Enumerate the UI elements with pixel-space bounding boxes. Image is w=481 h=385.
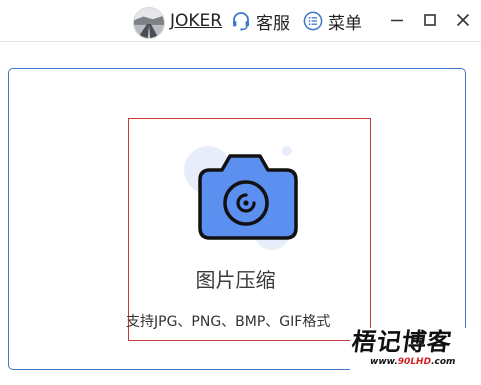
user-avatar[interactable]	[133, 7, 165, 39]
supported-formats-text: 支持JPG、PNG、BMP、GIF格式	[126, 314, 331, 330]
headset-icon	[233, 12, 249, 31]
watermark-name: 梧记博客	[350, 328, 454, 356]
customer-service-button[interactable]: 客服	[231, 9, 290, 34]
close-icon[interactable]	[455, 12, 471, 28]
tool-title: 图片压缩	[195, 268, 276, 292]
maximize-icon[interactable]	[422, 12, 438, 28]
title-bar: JOKER 客服 菜单	[0, 0, 481, 42]
menu-label: 菜单	[328, 13, 362, 34]
watermark-logo: 梧记博客 www.90LHD.com	[350, 328, 472, 370]
avatar-image	[134, 8, 164, 38]
menu-button[interactable]: 菜单	[303, 9, 362, 34]
bubble-small	[282, 146, 292, 156]
username-link[interactable]: JOKER	[170, 9, 222, 33]
watermark-url: www.90LHD.com	[370, 357, 456, 367]
camera-body	[198, 154, 298, 240]
minimize-icon[interactable]	[389, 12, 405, 28]
list-icon	[303, 11, 323, 31]
camera-icon	[184, 146, 298, 250]
customer-service-label: 客服	[256, 13, 290, 34]
